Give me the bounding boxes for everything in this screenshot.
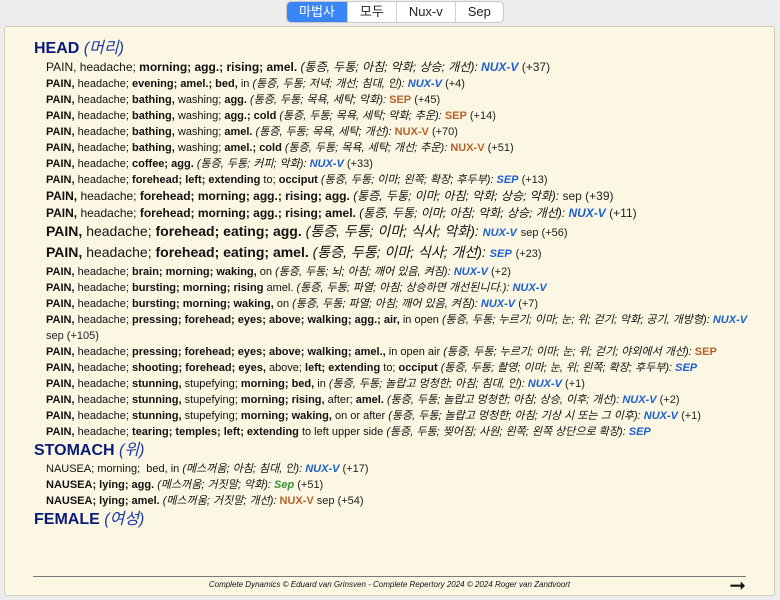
repertory-content: HEAD (머리) PAIN, headache; morning; agg.; … <box>34 38 764 530</box>
chapter-translation: (머리) <box>83 40 124 57</box>
repertory-panel: HEAD (머리) PAIN, headache; morning; agg.; … <box>4 26 775 596</box>
rubric-row[interactable]: PAIN, headache; evening; amel.; bed, in … <box>46 76 764 92</box>
chapter-heading[interactable]: HEAD (머리) <box>34 38 764 59</box>
rubric-row[interactable]: PAIN, headache; stunning, stupefying; mo… <box>46 392 764 408</box>
rubric-row[interactable]: PAIN, headache; forehead; morning; agg.;… <box>46 205 764 222</box>
tab-3[interactable]: Sep <box>456 2 503 22</box>
tab-2[interactable]: Nux-v <box>397 2 456 22</box>
rubric-row[interactable]: PAIN, headache; brain; morning; waking, … <box>46 264 764 280</box>
rubric-row[interactable]: PAIN, headache; pressing; forehead; eyes… <box>46 344 764 360</box>
rubric-row[interactable]: PAIN, headache; pressing; forehead; eyes… <box>46 312 764 344</box>
view-tabs: 마법사 모두 Nux-v Sep <box>286 1 504 23</box>
rubric-row[interactable]: PAIN, headache; tearing; temples; left; … <box>46 424 764 440</box>
rubric-row[interactable]: PAIN, headache; stunning, stupefying; mo… <box>46 376 764 392</box>
rubric-row[interactable]: PAIN, headache; coffee; agg. (통증, 두통; 커피… <box>46 156 764 172</box>
arrow-right-icon[interactable]: ➞ <box>729 576 746 596</box>
rubric-row[interactable]: PAIN, headache; stunning, stupefying; mo… <box>46 408 764 424</box>
rubric-row[interactable]: PAIN, headache; forehead; morning; agg.;… <box>46 188 764 205</box>
chapter-name: HEAD <box>34 40 80 57</box>
rubric-row[interactable]: PAIN, headache; forehead; eating; amel. … <box>46 243 764 264</box>
rubric-row[interactable]: PAIN, headache; bursting; morning; risin… <box>46 280 764 296</box>
tab-1[interactable]: 모두 <box>348 2 397 22</box>
rubric-row[interactable]: PAIN, headache; bathing, washing; agg.; … <box>46 108 764 124</box>
rubric-row[interactable]: PAIN, headache; morning; agg.; rising; a… <box>46 59 764 76</box>
rubric-row[interactable]: PAIN, headache; forehead; eating; agg. (… <box>46 222 764 243</box>
chapter-name: FEMALE <box>34 511 100 528</box>
footer-credits: Complete Dynamics © Eduard van Grinsven … <box>208 580 571 589</box>
footer-divider <box>33 576 746 577</box>
tab-0[interactable]: 마법사 <box>287 2 348 22</box>
rubric-row[interactable]: NAUSEA; lying; amel. (메스꺼움; 거짓말; 개선): NU… <box>46 493 764 509</box>
chapter-name: STOMACH <box>34 442 115 459</box>
rubric-row[interactable]: PAIN, headache; forehead; left; extendin… <box>46 172 764 188</box>
rubric-row[interactable]: PAIN, headache; bathing, washing; agg. (… <box>46 92 764 108</box>
rubric-row[interactable]: PAIN, headache; bathing, washing; amel.;… <box>46 140 764 156</box>
rubric-row[interactable]: NAUSEA; morning; bed, in (메스꺼움; 아침; 침대, … <box>46 461 764 477</box>
chapter-heading[interactable]: FEMALE (여성) <box>34 509 764 530</box>
rubric-row[interactable]: PAIN, headache; bursting; morning; wakin… <box>46 296 764 312</box>
rubric-row[interactable]: PAIN, headache; bathing, washing; amel. … <box>46 124 764 140</box>
rubric-row[interactable]: NAUSEA; lying; agg. (메스꺼움; 거짓말; 악화): Sep… <box>46 477 764 493</box>
chapter-translation: (여성) <box>104 511 145 528</box>
rubric-row[interactable]: PAIN, headache; shooting; forehead; eyes… <box>46 360 764 376</box>
chapter-heading[interactable]: STOMACH (위) <box>34 440 764 461</box>
chapter-translation: (위) <box>119 442 145 459</box>
